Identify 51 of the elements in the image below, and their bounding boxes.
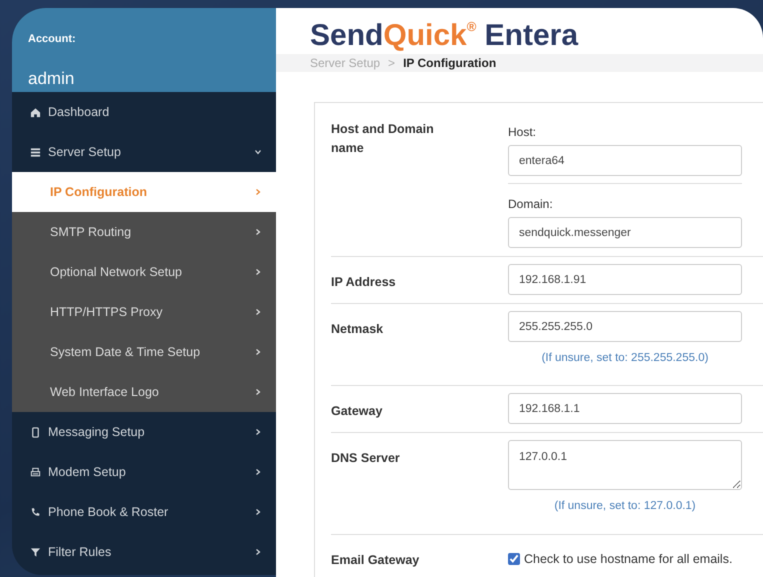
printer-icon xyxy=(30,466,41,478)
mobile-phone-icon xyxy=(30,426,41,438)
logo: SendQuick$^{®}$ Entera xyxy=(309,18,578,54)
field-label: Netmask xyxy=(331,321,384,338)
input-field[interactable]: 192.168.1.91 xyxy=(508,264,742,295)
chevron-right-icon xyxy=(254,508,262,516)
chevron-right-icon xyxy=(254,548,262,556)
chevron-right-icon xyxy=(254,348,262,356)
hint-text: (If unsure, set to: 127.0.0.1) xyxy=(553,499,697,514)
chevron-right-icon xyxy=(254,388,262,396)
sidebar-item[interactable]: Web Interface Logo xyxy=(12,372,276,412)
sidebar-item[interactable]: HTTP/HTTPS Proxy xyxy=(12,292,276,332)
field-label: Email Gateway xyxy=(331,552,420,569)
sidebar-item[interactable]: System Date & Time Setup xyxy=(12,332,276,372)
house-icon xyxy=(30,106,41,118)
account-label: Account: xyxy=(28,32,76,47)
sidebar-item[interactable]: SMTP Routing xyxy=(12,212,276,252)
chevron-right-icon xyxy=(254,428,262,436)
list-icon xyxy=(30,146,41,158)
phone-icon xyxy=(30,506,41,518)
input-field[interactable]: 192.168.1.1 xyxy=(508,393,742,424)
sidebar-item[interactable]: Phone Book & Roster xyxy=(12,492,276,532)
chevron-down-icon xyxy=(254,148,262,156)
account-name: admin xyxy=(28,68,74,90)
sidebar-item[interactable]: Dashboard xyxy=(12,92,276,132)
chevron-right-icon xyxy=(254,268,262,276)
sidebar-item[interactable]: Server Setup xyxy=(12,132,276,172)
breadcrumb-item: IP Configuration xyxy=(403,55,496,72)
sidebar-item[interactable]: Filter Rules xyxy=(12,532,276,572)
sidebar-item[interactable]: Modem Setup xyxy=(12,452,276,492)
field-label: Host and Domain name xyxy=(331,121,435,157)
checkbox-label: Check to use hostname for all emails. xyxy=(524,550,732,568)
checkbox[interactable] xyxy=(508,552,520,565)
chevron-right-icon xyxy=(254,468,262,476)
hint-text: (If unsure, set to: 255.255.255.0) xyxy=(540,351,710,366)
field-label: Host: xyxy=(508,124,536,141)
field-label: IP Address xyxy=(331,274,397,291)
field-label: Gateway xyxy=(331,403,384,420)
input-field[interactable]: sendquick.messenger xyxy=(508,217,742,248)
chevron-right-icon xyxy=(254,308,262,316)
input-field[interactable]: 255.255.255.0 xyxy=(508,311,742,342)
filter-icon xyxy=(30,546,41,558)
input-field[interactable]: entera64 xyxy=(508,145,742,176)
sidebar-item[interactable]: Optional Network Setup xyxy=(12,252,276,292)
text-area[interactable]: 127.0.0.1 xyxy=(508,440,742,490)
chevron-right-icon xyxy=(254,188,262,196)
field-label: DNS Server xyxy=(331,450,401,468)
sidebar-item[interactable]: Messaging Setup xyxy=(12,412,276,452)
field-label: Domain: xyxy=(508,196,553,213)
breadcrumb-separator: > xyxy=(388,55,396,72)
chevron-right-icon xyxy=(254,228,262,236)
